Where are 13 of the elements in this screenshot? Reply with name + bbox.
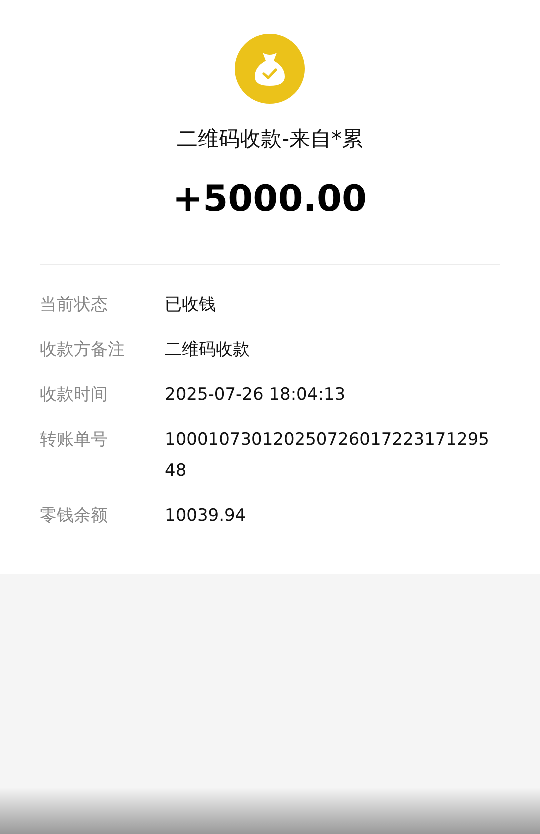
- detail-value: 二维码收款: [165, 339, 251, 362]
- detail-label: 收款方备注: [40, 339, 126, 362]
- money-bag-icon: [235, 34, 305, 104]
- detail-value: 2025-07-26 18:04:13: [165, 384, 347, 407]
- detail-value: 10039.94: [165, 505, 248, 528]
- detail-label: 收款时间: [40, 384, 109, 407]
- detail-label: 转账单号: [40, 429, 109, 452]
- detail-label: 零钱余额: [40, 505, 109, 528]
- amount: +5000.00: [172, 178, 368, 222]
- detail-value: 100010730120250726017223171295 48: [165, 429, 490, 483]
- transaction-title: 二维码收款-来自*累: [176, 126, 364, 153]
- detail-label: 当前状态: [40, 294, 109, 317]
- detail-value: 已收钱: [165, 294, 217, 317]
